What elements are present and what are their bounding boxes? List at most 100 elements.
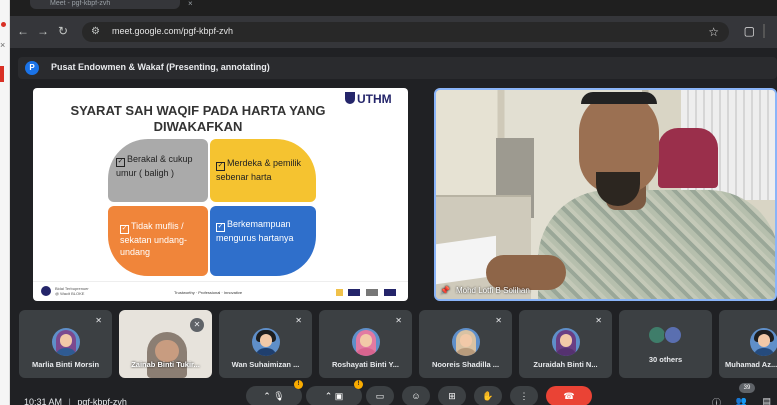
avatar [451,328,480,356]
footer-left-text: Bidal Terbuprenuer @ Wacit BLOKE [55,286,89,296]
participant-count-badge: 39 [739,383,755,393]
avatar-body [54,348,77,356]
condition-item-4: ✓ Berkemampuan mengurus hartanya [210,206,316,276]
mic-off-icon: ✕ [495,316,502,325]
back-icon[interactable]: ← [16,24,30,38]
people-icon[interactable]: 👥 [736,396,747,405]
avatar-face [559,334,572,347]
present-button[interactable]: ⊞ [438,386,466,405]
site-info-icon[interactable]: ⚙ [91,26,103,38]
participant-tile[interactable]: ✕ Roshayati Binti Y... [319,310,412,378]
background-window-edge: × [0,0,10,405]
avatar [351,328,380,356]
participant-name: Wan Suhaimizan ... [231,360,300,369]
url-text[interactable]: meet.google.com/pgf-kbpf-zvh [112,26,233,36]
checkbox-icon: ✓ [216,223,225,232]
presenter-video-tile[interactable]: 📌 Mohd Lotfi B Solihan [434,88,777,301]
clock-time: 10:31 AM [24,397,63,405]
close-icon: × [0,40,6,50]
camera-control[interactable]: ⌃ ▣ ! [306,380,363,405]
slide-title-line1: SYARAT SAH WAQIF PADA HARTA YANG [70,103,326,118]
notification-dot [1,22,6,27]
participant-name: Marlia Binti Morsin [31,360,100,369]
more-icon: ⋮ [519,391,529,401]
checkbox-icon: ✓ [120,225,129,234]
avatar-body [354,348,377,356]
toolbar-divider [763,24,773,38]
presenting-banner: P Pusat Endowmen & Wakaf (Presenting, an… [18,57,777,79]
avatar-body [753,348,775,356]
avatar [647,326,666,344]
background-window-accent [0,66,4,82]
meeting-info: 10:31 AM | pgf-kbpf-zvh [24,397,127,405]
uthm-logo-text: UTHM [357,92,392,106]
extensions-icon[interactable]: ▢ [744,24,755,38]
reactions-button[interactable]: ☺ [402,386,430,405]
presenter-avatar: P [25,61,39,75]
tab-strip: Meet - pgf-kbpf-zvh × [10,0,777,16]
condition-text: Berakal & cukup umur ( baligh ) [116,154,193,178]
emoji-icon: ☺ [411,391,421,401]
uthm-logo: UTHM [345,92,401,110]
participant-tile-video[interactable]: ✕ Zainab Binti Tukir... [119,310,212,378]
slide-title-line2: DIWAKAFKAN [153,119,243,134]
info-icon[interactable]: ⓘ [712,396,721,405]
address-bar[interactable]: ⚙ meet.google.com/pgf-kbpf-zvh ☆ [82,22,729,42]
participant-name: Zainab Binti Tukir... [131,360,200,369]
bookmark-star-icon[interactable]: ☆ [708,25,719,39]
avatar-body [454,348,477,356]
avatar-body [254,348,277,356]
reload-icon[interactable]: ↻ [56,24,70,38]
others-tile[interactable]: 30 others [619,310,712,378]
mic-off-icon: ✕ [595,316,602,325]
participant-tile[interactable]: ✕ Nooreis Shadilla ... [419,310,512,378]
participant-name: Zuraidah Binti N... [533,360,598,369]
chair [658,128,718,188]
slide-footer: Bidal Terbuprenuer @ Wacit BLOKE Trustwo… [33,281,408,301]
presenter-name: Mohd Lotfi B Solihan [455,286,530,295]
avatar-face [59,334,72,347]
forward-icon[interactable]: → [36,24,50,38]
presenter-cap [581,92,657,104]
footer-tagline: Trustworthy · Professional · Innovative [174,290,243,295]
participant-name: Muhamad Az... [725,360,777,369]
participant-name: Nooreis Shadilla ... [431,360,500,369]
avatar-face [259,334,272,347]
presenter-name-label: 📌 Mohd Lotfi B Solihan [440,286,530,295]
presenting-label: Pusat Endowmen & Wakaf (Presenting, anno… [51,62,270,72]
others-count: 30 others [648,355,683,364]
mic-control[interactable]: ⌃ 🎙 ! [246,380,303,405]
condition-item-1: ✓ Berakal & cukup umur ( baligh ) [108,139,208,202]
presenter-hand [486,255,566,290]
avatar [51,328,80,356]
participant-name: Roshayati Binti Y... [332,360,399,369]
participant-tile[interactable]: ✕ Marlia Binti Morsin [19,310,112,378]
present-icon: ⊞ [448,391,456,401]
tab-close-icon[interactable]: × [188,0,193,8]
raise-hand-button[interactable]: ✋ [474,386,502,405]
checkbox-icon: ✓ [216,162,225,171]
leave-call-button[interactable]: ☎ [546,386,592,405]
condition-text: Merdeka & pemilik sebenar harta [216,158,302,182]
participant-tile[interactable]: ✕ Wan Suhaimizan ... [219,310,312,378]
checkbox-icon: ✓ [116,158,125,167]
camera-warning-icon: ! [354,380,363,389]
chat-icon[interactable]: ▤ [762,396,771,405]
mic-off-icon: ✕ [295,316,302,325]
pin-icon: 📌 [440,286,450,295]
others-avatars [647,326,684,344]
mic-warning-icon: ! [294,380,303,389]
mic-icon: ⌃ 🎙 [263,391,285,401]
participant-tile[interactable]: ✕ Zuraidah Binti N... [519,310,612,378]
meeting-controls-bar: 10:31 AM | pgf-kbpf-zvh ⌃ 🎙 ! ⌃ ▣ ! ▭ ☺ … [10,380,777,405]
camera-icon: ⌃ ▣ [324,391,344,401]
participant-tile[interactable]: Muhamad Az... [719,310,777,378]
separator: | [68,397,71,405]
captions-icon: ▭ [375,391,385,401]
captions-button[interactable]: ▭ [366,386,394,405]
more-options-button[interactable]: ⋮ [510,386,538,405]
presenter-shirt [538,190,775,299]
shared-slide: SYARAT SAH WAQIF PADA HARTA YANG DIWAKAF… [33,88,408,301]
tab-meet[interactable]: Meet - pgf-kbpf-zvh [30,0,180,9]
condition-item-2: ✓ Merdeka & pemilik sebenar harta [210,139,316,202]
